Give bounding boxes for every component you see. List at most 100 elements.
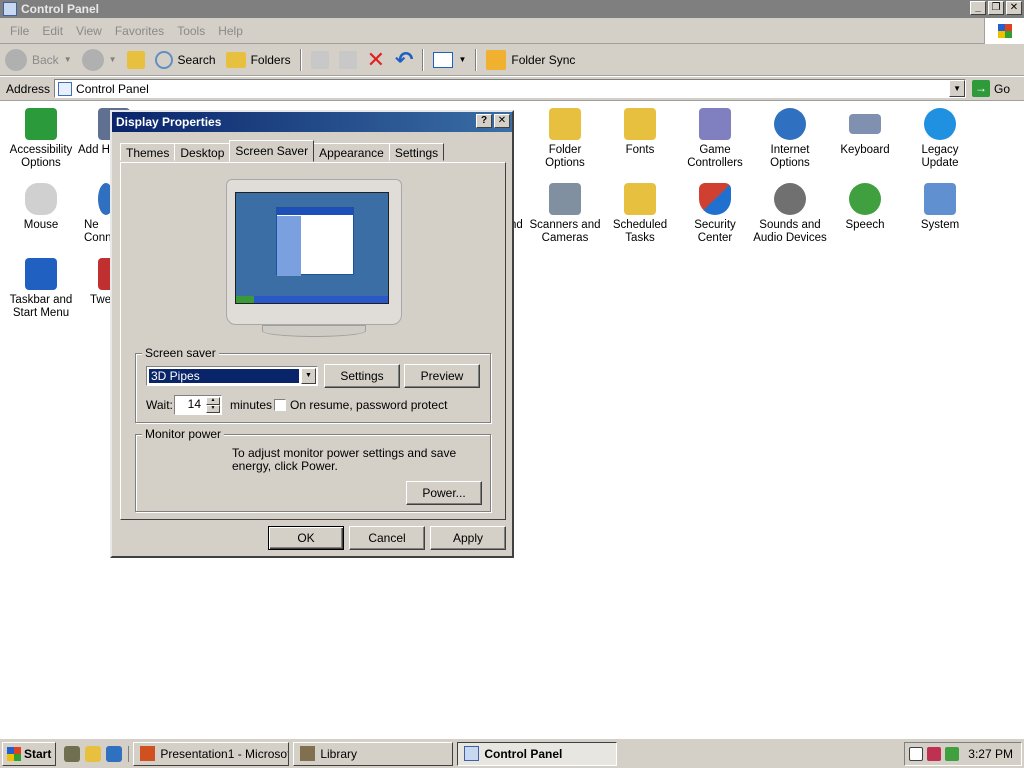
address-dropdown-icon[interactable]: ▼ <box>949 80 966 97</box>
item-network-connections[interactable]: Ne Conn <box>84 183 114 245</box>
minimize-button[interactable]: _ <box>970 1 986 15</box>
back-button[interactable]: Back ▼ <box>0 47 77 73</box>
item-scanners-cameras[interactable]: Scanners and Cameras <box>528 183 602 245</box>
screen-saver-panel: Screen saver 3D Pipes ▼ Settings Preview… <box>120 162 506 520</box>
wait-stepper[interactable]: 14 ▲ ▼ <box>174 395 222 415</box>
system-icon <box>924 183 956 215</box>
start-button[interactable]: Start <box>2 741 57 766</box>
move-to-button[interactable] <box>306 47 334 73</box>
item-folder-options[interactable]: Folder Options <box>528 108 602 170</box>
item-security-center[interactable]: Security Center <box>678 183 752 245</box>
views-button[interactable]: ▼ <box>428 47 471 73</box>
address-input[interactable]: Control Panel ▼ <box>54 79 967 98</box>
dialog-close-button[interactable]: ✕ <box>494 114 510 128</box>
item-internet-options[interactable]: Internet Options <box>753 108 827 170</box>
item-game-controllers[interactable]: Game Controllers <box>678 108 752 170</box>
go-arrow-icon: → <box>972 80 991 97</box>
tab-screen-saver[interactable]: Screen Saver <box>229 140 315 162</box>
folder-sync-icon <box>486 49 507 70</box>
delete-button[interactable]: ✕ <box>362 47 390 73</box>
task-presentation[interactable]: Presentation1 - Microsoft ... <box>133 741 290 766</box>
move-to-icon <box>310 50 329 69</box>
task-control-panel[interactable]: Control Panel <box>457 741 618 766</box>
window-title: Control Panel <box>21 2 100 16</box>
tab-themes[interactable]: Themes <box>120 143 176 161</box>
folders-icon <box>225 51 246 68</box>
folder-sync-button[interactable]: Folder Sync <box>481 47 580 73</box>
copy-to-button[interactable] <box>334 47 362 73</box>
password-protect-checkbox[interactable] <box>274 399 286 411</box>
quick-launch <box>64 745 130 762</box>
quick-launch-browser-icon[interactable] <box>106 745 123 762</box>
apply-button[interactable]: Apply <box>430 526 506 550</box>
legacy-update-icon <box>924 108 956 140</box>
item-fonts[interactable]: Fonts <box>603 108 677 157</box>
item-label: Speech <box>845 219 885 231</box>
menu-view[interactable]: View <box>76 24 102 38</box>
network-tray-icon[interactable] <box>945 747 959 761</box>
maximize-button[interactable]: ❐ <box>988 1 1004 15</box>
menu-file[interactable]: File <box>10 24 29 38</box>
item-speech[interactable]: Speech <box>828 183 902 232</box>
search-label: Search <box>177 52 216 67</box>
dialog-help-button[interactable]: ? <box>476 114 492 128</box>
up-button[interactable] <box>122 47 150 73</box>
back-dropdown-icon[interactable]: ▼ <box>64 55 72 64</box>
folder-options-icon <box>549 108 581 140</box>
wait-stepper-arrows[interactable]: ▲ ▼ <box>206 397 220 413</box>
go-button[interactable]: → Go <box>972 80 1010 97</box>
keyboard-icon <box>849 114 881 134</box>
close-button[interactable]: ✕ <box>1006 1 1022 15</box>
item-sounds-audio[interactable]: Sounds and Audio Devices <box>753 183 827 245</box>
screen-saver-preview-button[interactable]: Preview <box>404 364 480 388</box>
screen-saver-select[interactable]: 3D Pipes ▼ <box>146 366 318 386</box>
chevron-down-icon[interactable]: ▼ <box>301 368 316 384</box>
power-button[interactable]: Power... <box>406 481 482 505</box>
stepper-up-icon[interactable]: ▲ <box>206 397 220 405</box>
security-tray-icon[interactable] <box>927 747 941 761</box>
menu-bar: File Edit View Favorites Tools Help <box>0 18 1024 44</box>
stepper-down-icon[interactable]: ▼ <box>206 405 220 413</box>
menu-tools[interactable]: Tools <box>177 24 205 38</box>
ok-button[interactable]: OK <box>268 526 344 550</box>
menu-edit[interactable]: Edit <box>42 24 63 38</box>
help-tray-icon[interactable] <box>909 747 923 761</box>
task-label: Control Panel <box>484 746 563 761</box>
mini-window-titlebar <box>277 208 353 215</box>
item-keyboard[interactable]: Keyboard <box>828 108 902 157</box>
monitor-stand <box>262 325 366 337</box>
dialog-title: Display Properties <box>116 115 222 129</box>
go-label: Go <box>994 81 1011 96</box>
cancel-button[interactable]: Cancel <box>349 526 425 550</box>
taskbar: Start Presentation1 - Microsoft ... Libr… <box>0 738 1024 768</box>
undo-button[interactable]: ↶ <box>390 47 418 73</box>
menu-help[interactable]: Help <box>218 24 243 38</box>
scheduled-tasks-icon <box>624 183 656 215</box>
search-button[interactable]: Search <box>150 47 221 73</box>
dialog-titlebar: Display Properties ? ✕ <box>112 112 512 132</box>
sounds-audio-icon <box>774 183 806 215</box>
quick-launch-app-icon[interactable] <box>64 745 81 762</box>
accessibility-icon <box>25 108 57 140</box>
menu-favorites[interactable]: Favorites <box>115 24 164 38</box>
item-mouse[interactable]: Mouse <box>4 183 78 232</box>
mini-window-sidebar <box>277 216 301 276</box>
item-legacy-update[interactable]: Legacy Update <box>903 108 977 170</box>
folders-button[interactable]: Folders <box>221 47 296 73</box>
tab-appearance[interactable]: Appearance <box>313 143 390 161</box>
clock[interactable]: 3:27 PM <box>968 747 1013 761</box>
item-system[interactable]: System <box>903 183 977 232</box>
task-library[interactable]: Library <box>293 741 454 766</box>
forward-button[interactable]: ▼ <box>77 47 122 73</box>
screen-saver-settings-button[interactable]: Settings <box>324 364 400 388</box>
item-label: Security Center <box>694 219 736 244</box>
item-accessibility-options[interactable]: Accessibility Options <box>4 108 78 170</box>
tab-settings[interactable]: Settings <box>388 143 445 161</box>
quick-launch-folder-icon[interactable] <box>85 745 102 762</box>
item-taskbar-start-menu[interactable]: Taskbar and Start Menu <box>4 258 78 320</box>
tab-desktop[interactable]: Desktop <box>174 143 231 161</box>
delete-icon: ✕ <box>366 46 386 72</box>
item-scheduled-tasks[interactable]: Scheduled Tasks <box>603 183 677 245</box>
toolbar-separator <box>422 48 425 71</box>
forward-dropdown-icon[interactable]: ▼ <box>109 55 117 64</box>
